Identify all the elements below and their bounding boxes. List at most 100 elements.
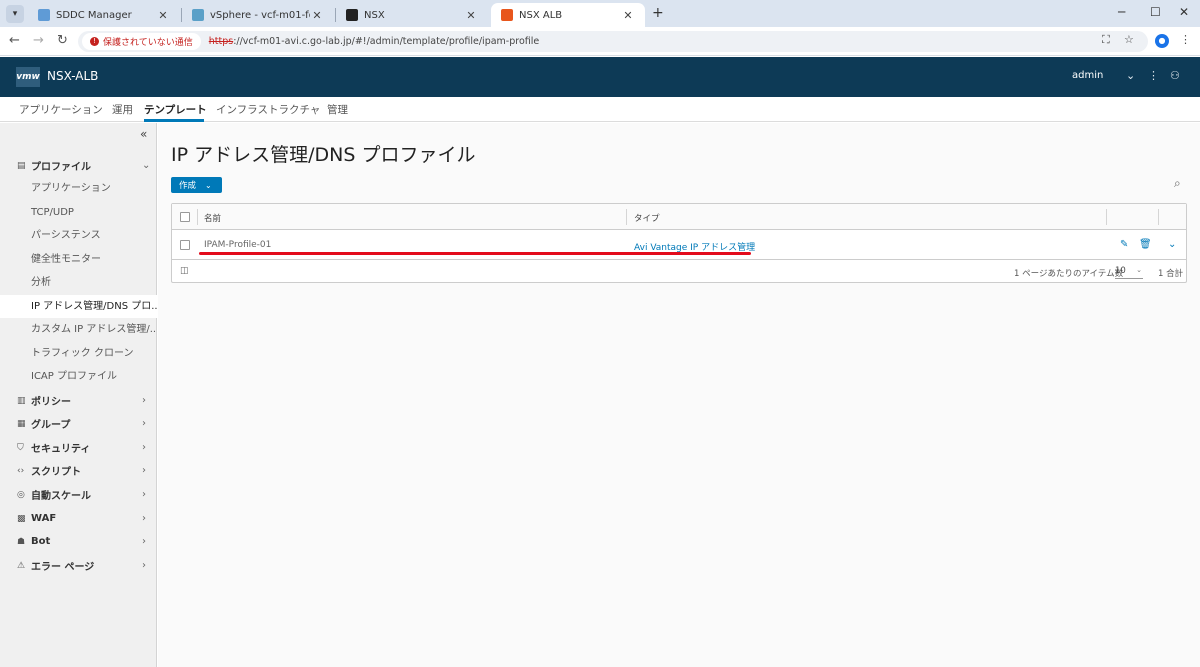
chevron-down-icon: ⌄ [205,180,212,190]
close-icon[interactable]: ✕ [156,9,170,22]
browser-profile-icon[interactable]: ● [1155,34,1169,48]
back-icon[interactable]: ← [9,33,20,48]
profile-table: 名前 タイプ IPAM-Profile-01 Avi Vantage IP アド… [171,203,1187,283]
search-icon[interactable]: ⌕ [1174,176,1181,191]
sidebar-item-tcp-udp[interactable]: TCP/UDP [0,201,157,224]
main-content: IP アドレス管理/DNS プロファイル 作成 ⌄ ⌕ 名前 タイプ IPAM-… [158,123,1200,667]
browser-tab-strip: ▾ SDDC Manager ✕ vSphere - vcf-m01-fd-av… [0,0,1200,27]
column-selector-icon[interactable]: ◫ [180,266,189,276]
select-all-checkbox[interactable] [180,212,190,222]
sidebar-group-security[interactable]: ⛉ セキュリティ › [0,436,157,459]
window-close-icon[interactable]: ✕ [1179,5,1189,19]
column-header-type[interactable]: タイプ [634,212,660,224]
create-button-label: 作成 [179,181,197,191]
row-name[interactable]: IPAM-Profile-01 [204,240,271,250]
sidebar-group-label: ポリシー [31,397,71,408]
per-page-select[interactable]: 10 ⌄ [1115,266,1143,279]
sidebar-group-label: エラー ページ [31,562,95,573]
tab-sddc-manager[interactable]: SDDC Manager ✕ [28,3,180,27]
vsphere-favicon-icon [192,9,204,21]
bookmark-star-icon[interactable]: ☆ [1124,33,1134,46]
chevron-right-icon: › [142,489,146,500]
tab-applications[interactable]: アプリケーション [19,102,103,117]
sidebar-group-label: Bot [31,536,51,547]
tab-label: vSphere - vcf-m01-fd-avi-se - [210,9,310,21]
warning-icon: ⚠ [17,560,26,571]
sidebar-group-label: プロファイル [31,162,91,173]
tab-nsx[interactable]: NSX ✕ [336,3,488,27]
nsx-alb-favicon-icon [501,9,513,21]
edit-icon[interactable]: ✎ [1120,239,1128,250]
sddc-favicon-icon [38,9,50,21]
sidebar-item-traffic-clone[interactable]: トラフィック クローン [0,342,157,365]
column-header-name[interactable]: 名前 [204,212,221,224]
expand-row-chevron-icon[interactable]: ⌄ [1168,239,1176,250]
browser-menu-icon[interactable]: ⋮ [1180,33,1191,46]
new-tab-icon[interactable]: + [652,5,664,21]
url-input[interactable]: ! 保護されていない通信 https://vcf-m01-avi.c.go-la… [78,31,1148,52]
chevron-down-icon[interactable]: ⌄ [1126,69,1135,82]
chevron-right-icon: › [142,395,146,406]
vmware-logo: vmw [16,67,40,87]
sidebar-item-persistence[interactable]: パーシステンス [0,224,157,247]
sidebar-group-policies[interactable]: ▥ ポリシー › [0,389,157,412]
tab-vsphere[interactable]: vSphere - vcf-m01-fd-avi-se - ✕ [182,3,334,27]
sidebar-group-groups[interactable]: ▦ グループ › [0,412,157,435]
close-icon[interactable]: ✕ [464,9,478,22]
security-chip[interactable]: ! 保護されていない通信 [82,33,201,50]
chevron-right-icon: › [142,536,146,547]
kebab-menu-icon[interactable]: ⋮ [1148,69,1159,82]
sidebar-group-label: グループ [31,420,71,431]
sidebar-group-autoscale[interactable]: ◎ 自動スケール › [0,483,157,506]
translate-icon[interactable]: ⛶ [1102,33,1110,47]
active-tab-indicator [144,119,204,122]
tab-administration[interactable]: 管理 [327,102,348,117]
shield-icon: ⛉ [17,442,24,453]
table-row[interactable]: IPAM-Profile-01 Avi Vantage IP アドレス管理 ✎ … [172,231,1186,260]
chevron-right-icon: › [142,442,146,453]
tab-search-icon[interactable]: ▾ [6,5,24,23]
user-menu[interactable]: admin [1072,70,1103,81]
tab-operations[interactable]: 運用 [112,102,133,117]
create-button[interactable]: 作成 ⌄ [171,177,222,193]
minimize-icon[interactable]: ─ [1118,5,1125,19]
chevron-right-icon: › [142,560,146,571]
sidebar-item-ipam-dns[interactable]: IP アドレス管理/DNS プロ... [0,295,157,318]
bot-icon: ☗ [17,536,26,547]
sidebar-group-waf[interactable]: ▩ WAF › [0,507,157,530]
chevron-right-icon: › [142,418,146,429]
sidebar-group-scripts[interactable]: ‹› スクリプト › [0,459,157,482]
app-header: vmw NSX-ALB admin ⌄ ⋮ ⚇ [0,57,1200,97]
reload-icon[interactable]: ↻ [57,33,68,48]
maximize-icon[interactable]: ☐ [1150,5,1161,19]
sidebar-group-bot[interactable]: ☗ Bot › [0,530,157,553]
firewall-icon: ▩ [17,513,26,524]
per-page-label: 1 ページあたりのアイテム数 [1014,269,1124,279]
sidebar-item-application[interactable]: アプリケーション [0,177,157,200]
row-checkbox[interactable] [180,240,190,250]
autoscale-icon: ◎ [17,489,25,500]
sidebar-group-error-page[interactable]: ⚠ エラー ページ › [0,554,157,577]
table-header: 名前 タイプ [172,204,1186,230]
policy-icon: ▥ [17,395,26,406]
chevron-right-icon: › [142,465,146,476]
sidebar-group-label: セキュリティ [31,444,91,455]
close-icon[interactable]: ✕ [621,9,635,22]
chevron-down-icon: ⌄ [142,160,151,171]
trash-icon[interactable]: 🗑 [1139,239,1152,250]
sidebar-item-analytics[interactable]: 分析 [0,271,157,294]
tab-infrastructure[interactable]: インフラストラクチャ [216,102,320,117]
forward-icon[interactable]: → [33,33,44,48]
tab-templates[interactable]: テンプレート [144,102,207,117]
collapse-sidebar-icon[interactable]: « [140,127,147,141]
close-icon[interactable]: ✕ [310,9,324,22]
url-text: https://vcf-m01-avi.c.go-lab.jp/#!/admin… [208,36,540,47]
sidebar-group-profiles[interactable]: ▤ プロファイル ⌄ [0,154,157,177]
sidebar-item-icap[interactable]: ICAP プロファイル [0,365,157,388]
chevron-down-icon: ⌄ [1136,266,1142,274]
sidebar-item-custom-ipam[interactable]: カスタム IP アドレス管理/... [0,318,157,341]
sidebar-item-health-monitor[interactable]: 健全性モニター [0,248,157,271]
user-icon[interactable]: ⚇ [1170,69,1180,82]
top-navigation: アプリケーション 運用 テンプレート インフラストラクチャ 管理 [0,97,1200,122]
tab-nsx-alb[interactable]: NSX ALB ✕ [491,3,645,27]
